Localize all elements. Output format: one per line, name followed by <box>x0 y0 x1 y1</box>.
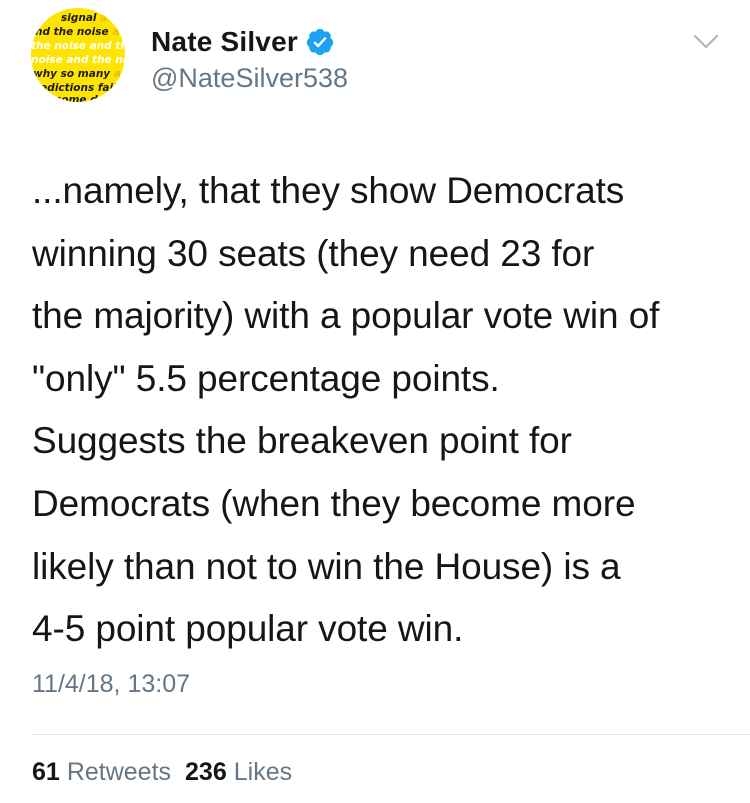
chevron-down-icon[interactable] <box>692 32 720 52</box>
avatar-line-text: why so many <box>33 68 111 80</box>
avatar-line-text: signal <box>61 12 97 24</box>
divider <box>32 734 750 735</box>
tweet-text: ...namely, that they show Democrats winn… <box>32 170 660 650</box>
retweets-count: 61 <box>32 758 60 786</box>
avatar-line-text: the noise and th <box>31 40 125 52</box>
avatar-line-text: some don' <box>55 94 116 103</box>
tweet-timestamp[interactable]: 11/4/18, 13:07 <box>32 670 190 699</box>
likes-stat[interactable]: 236 Likes <box>185 758 292 787</box>
retweets-label: Retweets <box>66 758 172 786</box>
avatar-line-text: nd the noise <box>35 26 109 38</box>
avatar-line: the noise and th <box>31 41 125 52</box>
avatar-line: why so many anc <box>33 69 125 80</box>
avatar-line: redictions fail- <box>35 83 121 94</box>
avatar-line-text: noise and the noi <box>31 54 125 66</box>
avatar-line-faint: anc <box>113 68 125 80</box>
likes-label: Likes <box>233 758 293 786</box>
avatar-text-art: signal and nd the noise a the noise and … <box>31 8 125 103</box>
avatar-line-faint: and <box>96 12 123 24</box>
avatar-line-faint: a <box>108 26 120 38</box>
tweet-card: signal and nd the noise a the noise and … <box>0 0 750 803</box>
avatar-line: noise and the noi <box>31 55 125 66</box>
avatar-line: signal and <box>61 13 122 24</box>
avatar[interactable]: signal and nd the noise a the noise and … <box>31 8 125 102</box>
avatar-line-faint: - <box>116 82 122 94</box>
tweet-stats: 61 Retweets 236 Likes <box>32 758 292 787</box>
avatar-line-text: redictions fail <box>35 82 117 94</box>
verified-badge-icon <box>306 28 334 56</box>
avatar-line: nd the noise a <box>35 27 119 38</box>
likes-count: 236 <box>185 758 227 786</box>
author-name-row[interactable]: Nate Silver <box>151 24 335 60</box>
avatar-line: some don' <box>55 94 116 103</box>
author-handle[interactable]: @NateSilver538 <box>151 63 348 94</box>
display-name[interactable]: Nate Silver <box>151 26 298 58</box>
retweets-stat[interactable]: 61 Retweets <box>32 758 171 787</box>
